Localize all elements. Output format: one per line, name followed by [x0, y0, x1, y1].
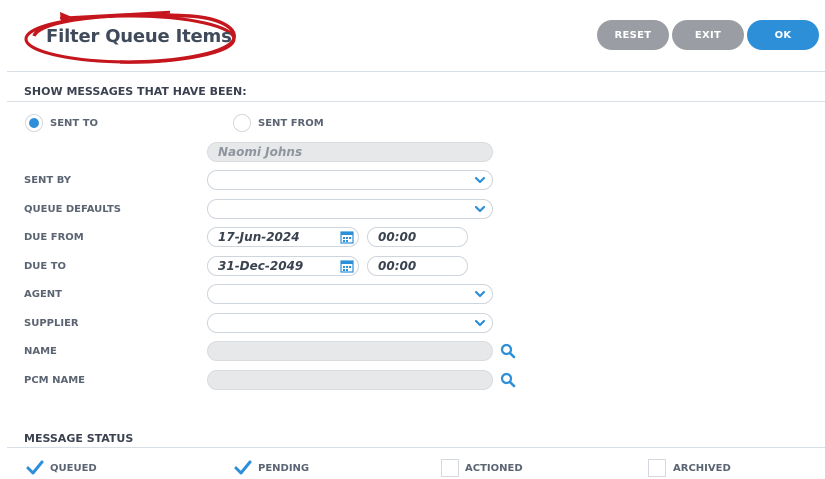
due-to-time: 00:00 [378, 259, 417, 273]
calendar-icon[interactable] [340, 230, 354, 244]
reset-button[interactable]: RESET [597, 20, 669, 50]
pcm-name-input[interactable] [207, 370, 493, 390]
exit-button[interactable]: EXIT [672, 20, 744, 50]
due-from-date: 17-Jun-2024 [218, 230, 300, 244]
recipient-value: Naomi Johns [218, 145, 303, 159]
chevron-down-icon [474, 205, 486, 213]
message-status-heading: MESSAGE STATUS [24, 432, 134, 445]
pending-checkbox[interactable] [234, 459, 252, 477]
supplier-label: SUPPLIER [24, 318, 79, 329]
name-input[interactable] [207, 341, 493, 361]
sent-by-label: SENT BY [24, 175, 72, 186]
search-icon[interactable] [500, 372, 516, 388]
recipient-field: Naomi Johns [207, 142, 493, 162]
actioned-label: ACTIONED [465, 463, 523, 474]
search-icon[interactable] [500, 343, 516, 359]
queued-label: QUEUED [50, 463, 97, 474]
agent-label: AGENT [24, 289, 62, 300]
status-divider [7, 447, 825, 448]
queued-checkbox[interactable] [26, 459, 44, 477]
due-to-time-input[interactable]: 00:00 [367, 256, 468, 276]
name-label: NAME [24, 346, 57, 357]
actioned-checkbox[interactable] [441, 459, 459, 477]
due-to-date: 31-Dec-2049 [218, 259, 304, 273]
chevron-down-icon [474, 176, 486, 184]
due-from-time-input[interactable]: 00:00 [367, 227, 468, 247]
sent-to-radio[interactable] [25, 114, 43, 132]
due-from-time: 00:00 [378, 230, 417, 244]
calendar-icon[interactable] [340, 259, 354, 273]
ok-button[interactable]: OK [747, 20, 819, 50]
archived-label: ARCHIVED [673, 463, 731, 474]
page-title-wrap: Filter Queue Items [20, 8, 240, 64]
sent-to-label: SENT TO [50, 118, 99, 129]
header-divider [7, 71, 825, 72]
section-divider [7, 101, 825, 102]
page-title: Filter Queue Items [46, 26, 232, 47]
show-messages-heading: SHOW MESSAGES THAT HAVE BEEN: [24, 85, 247, 98]
due-from-label: DUE FROM [24, 232, 84, 243]
sent-by-select[interactable] [207, 170, 493, 190]
due-to-date-input[interactable]: 31-Dec-2049 [207, 256, 359, 276]
sent-from-label: SENT FROM [258, 118, 324, 129]
pending-label: PENDING [258, 463, 310, 474]
pcm-name-label: PCM NAME [24, 375, 85, 386]
queue-defaults-select[interactable] [207, 199, 493, 219]
agent-select[interactable] [207, 284, 493, 304]
archived-checkbox[interactable] [648, 459, 666, 477]
chevron-down-icon [474, 290, 486, 298]
due-to-label: DUE TO [24, 261, 67, 272]
queue-defaults-label: QUEUE DEFAULTS [24, 204, 121, 215]
chevron-down-icon [474, 319, 486, 327]
sent-from-radio[interactable] [233, 114, 251, 132]
due-from-date-input[interactable]: 17-Jun-2024 [207, 227, 359, 247]
supplier-select[interactable] [207, 313, 493, 333]
